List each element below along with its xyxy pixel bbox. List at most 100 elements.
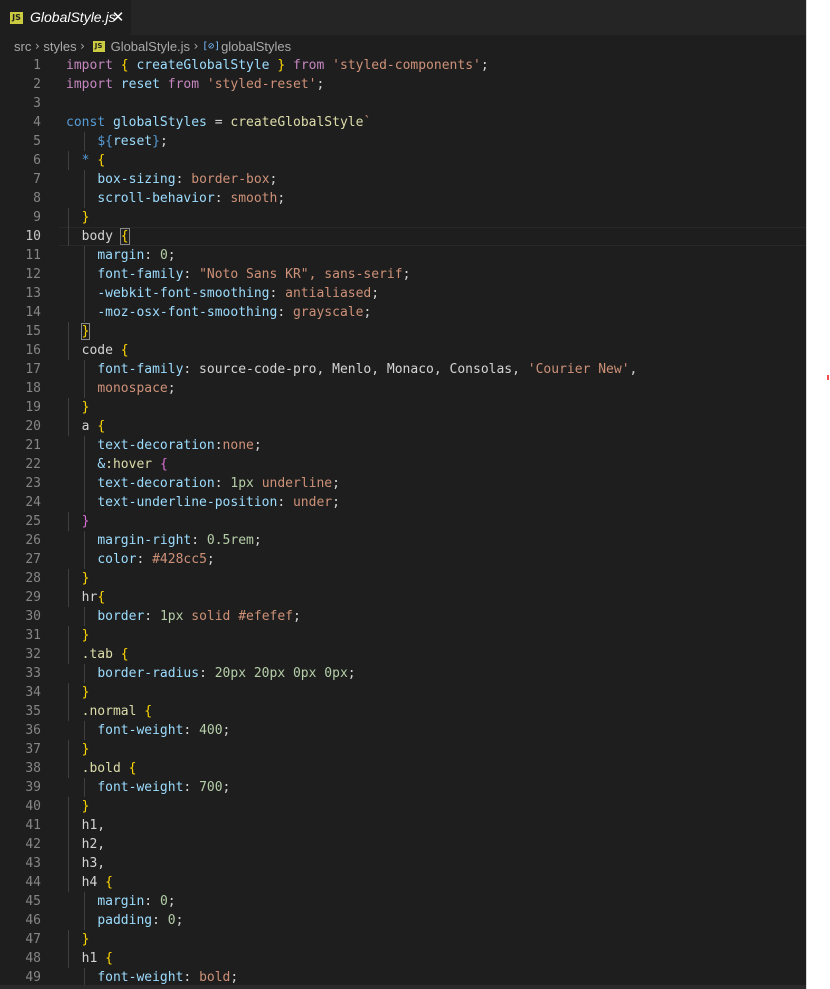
code-line[interactable]: 6 * { <box>0 151 806 170</box>
code-token: 'styled-reset' <box>206 77 317 92</box>
line-number: 37 <box>25 742 41 757</box>
code-line[interactable]: 44 h4 { <box>0 873 806 892</box>
code-line[interactable]: 5 ${reset}; <box>0 132 806 151</box>
code-token: { <box>97 419 106 434</box>
code-text: hr{ <box>66 588 105 607</box>
code-text: text-underline-position: under; <box>66 493 340 512</box>
code-line[interactable]: 25 } <box>0 512 806 531</box>
breadcrumb-item-symbol[interactable]: globalStyles <box>221 39 291 54</box>
code-token: & <box>97 457 106 472</box>
code-token: font-weight <box>97 970 184 985</box>
code-token: padding <box>97 913 153 928</box>
code-line[interactable]: 31 } <box>0 626 806 645</box>
code-line[interactable]: 1 import { createGlobalStyle } from 'styl… <box>0 56 806 75</box>
code-line[interactable]: 48 h1 { <box>0 949 806 968</box>
code-line[interactable]: 39 font-weight: 700; <box>0 778 806 797</box>
vertical-scrollbar[interactable] <box>806 0 807 989</box>
code-line[interactable]: 2 import reset from 'styled-reset'; <box>0 75 806 94</box>
code-line[interactable]: 4 const globalStyles = createGlobalStyle` <box>0 113 806 132</box>
code-line[interactable]: 38 .bold { <box>0 759 806 778</box>
code-token: } <box>80 323 91 340</box>
code-line[interactable]: 37 } <box>0 740 806 759</box>
code-token: text-decoration <box>97 438 215 453</box>
error-marker <box>827 375 829 380</box>
code-line[interactable]: 24 text-underline-position: under; <box>0 493 806 512</box>
code-line[interactable]: 7 box-sizing: border-box; <box>0 170 806 189</box>
code-line[interactable]: 15 } <box>0 322 806 341</box>
code-line[interactable]: 46 padding: 0; <box>0 911 806 930</box>
code-line[interactable]: 45 margin: 0; <box>0 892 806 911</box>
code-line[interactable]: 28 } <box>0 569 806 588</box>
code-line[interactable]: 18 monospace; <box>0 379 806 398</box>
breadcrumb-item-src[interactable]: src <box>14 39 31 54</box>
horizontal-scrollbar[interactable] <box>0 985 806 989</box>
code-line[interactable]: 26 margin-right: 0.5rem; <box>0 531 806 550</box>
code-line[interactable]: 19 } <box>0 398 806 417</box>
line-number: 14 <box>25 305 41 320</box>
code-editor[interactable]: JS GlobalStyle.js ✕ src › styles › JS Gl… <box>0 0 806 989</box>
code-token: none <box>222 438 254 453</box>
code-line[interactable]: 41 h1, <box>0 816 806 835</box>
code-line[interactable]: 43 h3, <box>0 854 806 873</box>
code-token: : <box>152 913 168 928</box>
code-line[interactable]: 12 font-family: "Noto Sans KR", sans-ser… <box>0 265 806 284</box>
code-line[interactable]: 3 <box>0 94 806 113</box>
code-text: text-decoration:none; <box>66 436 261 455</box>
code-line[interactable]: 22 &:hover { <box>0 455 806 474</box>
code-line[interactable]: 9 } <box>0 208 806 227</box>
code-line[interactable]: 14 -moz-osx-font-smoothing: grayscale; <box>0 303 806 322</box>
code-token: 0 <box>159 248 168 263</box>
code-token: : <box>183 723 200 738</box>
code-token: antialiased <box>285 286 372 301</box>
code-line[interactable]: 29 hr{ <box>0 588 806 607</box>
code-line[interactable]: 27 color: #428cc5; <box>0 550 806 569</box>
breadcrumb-item-file[interactable]: GlobalStyle.js <box>111 39 190 54</box>
code-line[interactable]: 17 font-family: source-code-pro, Menlo, … <box>0 360 806 379</box>
line-number: 7 <box>33 172 41 187</box>
code-line[interactable]: 34 } <box>0 683 806 702</box>
code-line[interactable]: 36 font-weight: 400; <box>0 721 806 740</box>
code-text: h1, <box>66 816 105 835</box>
code-token: { <box>105 875 113 890</box>
code-token: from <box>293 58 333 73</box>
code-line[interactable]: 11 margin: 0; <box>0 246 806 265</box>
code-line[interactable]: 20 a { <box>0 417 806 436</box>
code-line[interactable]: 33 border-radius: 20px 20px 0px 0px; <box>0 664 806 683</box>
code-line[interactable]: 40 } <box>0 797 806 816</box>
code-line[interactable]: 47 } <box>0 930 806 949</box>
close-icon[interactable]: ✕ <box>110 7 126 27</box>
code-line[interactable]: 16 code { <box>0 341 806 360</box>
code-token: { <box>144 704 153 719</box>
tab-globalstyle-js[interactable]: JS GlobalStyle.js ✕ <box>0 0 131 35</box>
breadcrumb-item-styles[interactable]: styles <box>43 39 76 54</box>
line-number: 30 <box>25 609 41 624</box>
code-line[interactable]: 8 scroll-behavior: smooth; <box>0 189 806 208</box>
code-line[interactable]: 35 .normal { <box>0 702 806 721</box>
line-number: 36 <box>25 723 41 738</box>
code-line[interactable]: 30 border: 1px solid #efefef; <box>0 607 806 626</box>
code-line[interactable]: 32 .tab { <box>0 645 806 664</box>
code-token: 0 <box>167 913 176 928</box>
code-line[interactable]: 10 body { <box>0 227 806 246</box>
code-line[interactable]: 23 text-decoration: 1px underline; <box>0 474 806 493</box>
code-text: } <box>66 930 90 949</box>
code-line[interactable]: 42 h2, <box>0 835 806 854</box>
code-line[interactable]: 13 -webkit-font-smoothing: antialiased; <box>0 284 806 303</box>
code-line[interactable]: 21 text-decoration:none; <box>0 436 806 455</box>
code-token: 'styled-components' <box>332 58 481 73</box>
code-token: 0.5rem <box>206 533 254 548</box>
code-token: ; <box>402 267 411 282</box>
code-area[interactable]: 1 import { createGlobalStyle } from 'styl… <box>0 56 806 987</box>
code-token: h1, <box>81 818 106 833</box>
